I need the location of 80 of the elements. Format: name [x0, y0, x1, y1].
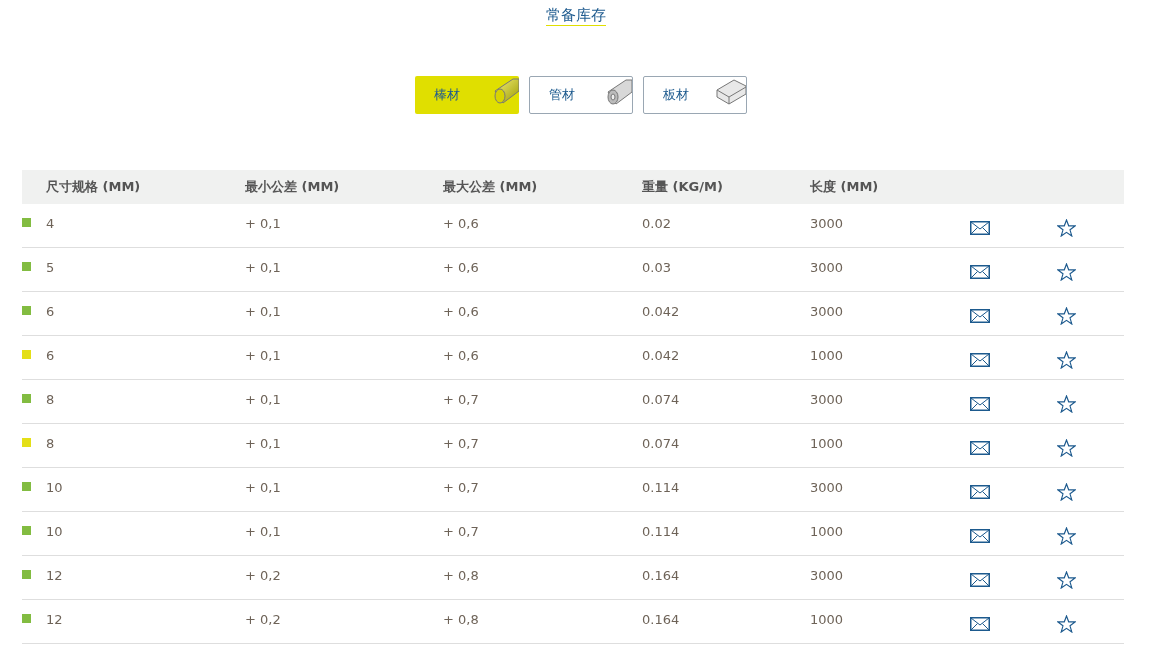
- table-cell-text: + 0,8: [443, 611, 480, 629]
- table-cell-text: + 0,1: [245, 303, 282, 321]
- table-cell-text: + 0,7: [443, 435, 480, 453]
- table-cell-text: + 0,6: [443, 215, 480, 233]
- star-icon[interactable]: [1057, 570, 1076, 589]
- star-icon[interactable]: [1057, 438, 1076, 457]
- table-cell-text: + 0,1: [245, 215, 282, 233]
- page-title: 常备库存: [545, 5, 606, 26]
- table-cell-text: + 0,1: [245, 347, 282, 365]
- table-cell-text: 4: [46, 215, 56, 233]
- mail-icon[interactable]: [970, 308, 990, 323]
- table-cell-text: 8: [46, 391, 56, 409]
- star-icon[interactable]: [1057, 394, 1076, 413]
- table-cell-text: 3000: [810, 567, 845, 585]
- table-cell-text: 1000: [810, 435, 845, 453]
- mail-icon[interactable]: [970, 352, 990, 367]
- mail-icon[interactable]: [970, 396, 990, 411]
- column-header: 最大公差 (MM): [443, 178, 539, 197]
- table-cell-text: 0.02: [642, 215, 672, 233]
- table-cell-text: + 0,1: [245, 435, 282, 453]
- table-cell-text: 10: [46, 479, 64, 497]
- table-cell-text: 0.042: [642, 347, 681, 365]
- table-cell-text: + 0,2: [245, 611, 282, 629]
- table-cell-text: + 0,1: [245, 523, 282, 541]
- table-cell-text: 12: [46, 611, 64, 629]
- table-cell-text: 0.042: [642, 303, 681, 321]
- mail-icon[interactable]: [970, 440, 990, 455]
- table-cell-text: + 0,6: [443, 347, 480, 365]
- table-cell-text: 0.03: [642, 259, 672, 277]
- mail-icon[interactable]: [970, 616, 990, 631]
- table-cell-text: 0.164: [642, 611, 681, 629]
- star-icon[interactable]: [1057, 482, 1076, 501]
- table-cell-text: + 0,8: [443, 567, 480, 585]
- column-header: 重量 (KG/M): [642, 178, 724, 197]
- column-header: 长度 (MM): [810, 178, 880, 197]
- table-cell-text: + 0,1: [245, 259, 282, 277]
- column-header: 最小公差 (MM): [245, 178, 341, 197]
- mail-icon[interactable]: [970, 572, 990, 587]
- table-cell-text: + 0,6: [443, 303, 480, 321]
- table-cell-text: 0.114: [642, 523, 681, 541]
- star-icon[interactable]: [1057, 614, 1076, 633]
- material-tab[interactable]: 棒材: [414, 76, 519, 114]
- table-cell-text: 3000: [810, 479, 845, 497]
- star-icon[interactable]: [1057, 218, 1076, 237]
- table-cell-text: 12: [46, 567, 64, 585]
- table-cell-text: + 0,7: [443, 523, 480, 541]
- table-cell-text: + 0,1: [245, 479, 282, 497]
- mail-icon[interactable]: [970, 220, 990, 235]
- mail-icon[interactable]: [970, 484, 990, 499]
- material-tab[interactable]: 管材: [528, 76, 633, 114]
- plate-icon: [715, 78, 746, 106]
- table-cell-text: + 0,6: [443, 259, 480, 277]
- table-cell-text: 8: [46, 435, 56, 453]
- table-cell-text: 1000: [810, 347, 845, 365]
- table-cell-text: 3000: [810, 391, 845, 409]
- mail-icon[interactable]: [970, 528, 990, 543]
- table-cell-text: 5: [46, 259, 56, 277]
- table-cell-text: + 0,2: [245, 567, 282, 585]
- column-header: 尺寸规格 (MM): [46, 178, 142, 197]
- star-icon[interactable]: [1057, 350, 1076, 369]
- table-cell-text: 0.114: [642, 479, 681, 497]
- table-cell-text: 3000: [810, 303, 845, 321]
- table-cell-text: 0.164: [642, 567, 681, 585]
- table-cell-text: + 0,7: [443, 391, 480, 409]
- table-cell-text: 1000: [810, 611, 845, 629]
- table-cell-text: 3000: [810, 259, 845, 277]
- mail-icon[interactable]: [970, 264, 990, 279]
- star-icon[interactable]: [1057, 526, 1076, 545]
- star-icon[interactable]: [1057, 262, 1076, 281]
- table-cell-text: 6: [46, 303, 56, 321]
- table-cell-text: 6: [46, 347, 56, 365]
- table-cell-text: + 0,1: [245, 391, 282, 409]
- table-cell-text: 0.074: [642, 435, 681, 453]
- material-tab[interactable]: 板材: [642, 76, 747, 114]
- table-cell-text: 0.074: [642, 391, 681, 409]
- table-cell-text: 3000: [810, 215, 845, 233]
- table-cell-text: 10: [46, 523, 64, 541]
- table-cell-text: 1000: [810, 523, 845, 541]
- star-icon[interactable]: [1057, 306, 1076, 325]
- table-cell-text: + 0,7: [443, 479, 480, 497]
